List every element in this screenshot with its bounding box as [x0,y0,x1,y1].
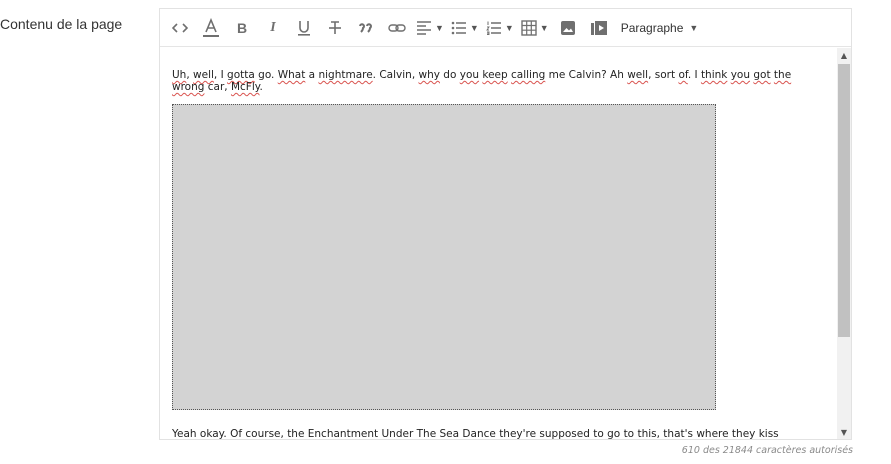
spellcheck-word: to [593,428,604,439]
text-run: . I [687,69,701,81]
numbered-list-dropdown[interactable]: ▼ [486,16,514,40]
blockquote-icon [359,22,373,34]
text-run: this, [634,428,664,439]
code-icon [172,22,188,34]
text-run: go [603,428,624,439]
editor-content[interactable]: Uh, well, I gotta go. What a nightmare. … [160,48,838,439]
strikethrough-icon [328,20,342,36]
link-button[interactable] [385,16,409,40]
spellcheck-word: the [287,428,305,439]
text-color-icon [202,17,220,38]
bold-button[interactable]: B [230,16,254,40]
underline-icon [297,19,311,37]
image-icon [560,20,576,36]
source-code-button[interactable] [168,16,192,40]
text-color-button[interactable] [199,16,223,40]
text-run: , sort [648,69,679,81]
spellcheck-word: McFly [230,81,260,93]
media-icon [590,20,608,36]
spellcheck-word: wrong [172,81,205,93]
spellcheck-word: supposed [539,428,590,439]
spellcheck-word: Sea [439,428,460,439]
table-icon [521,19,537,36]
paragraph-2[interactable]: Yeah okay. Of course, the Enchantment Un… [172,428,832,439]
heading-select-value: Paragraphe [620,20,684,35]
spellcheck-word: you [459,69,480,81]
spellcheck-word: they're [499,428,537,439]
spellcheck-word: they [731,428,756,439]
paragraph-1[interactable]: Uh, well, I gotta go. What a nightmare. … [172,69,822,93]
spellcheck-word: that's [663,428,693,439]
bold-icon: B [236,19,248,36]
spellcheck-word: What [277,69,306,81]
text-run: do [439,69,460,81]
text-run: car, [204,81,231,93]
caret-down-icon: ▼ [689,22,699,33]
text-run: go. [254,69,278,81]
editor-toolbar: B I ▼ ▼ ▼ ▼ Paragraphe ▼ [160,9,851,47]
spellcheck-word: keep [482,69,508,81]
spellcheck-word: you [730,69,751,81]
spellcheck-word: think [700,69,728,81]
text-run: a [305,69,319,81]
caret-down-icon: ▼ [539,22,549,33]
spellcheck-word: Of [230,428,243,439]
spellcheck-word: Under [381,428,414,439]
italic-icon: I [270,19,276,35]
text-run: me Calvin? Ah [545,69,628,81]
blockquote-button[interactable] [354,16,378,40]
editor-scrollbar[interactable]: ▲ ▼ [837,48,851,439]
rich-text-editor[interactable]: B I ▼ ▼ ▼ ▼ Paragraphe ▼ Uh, well, I got… [159,8,852,440]
scroll-up-icon[interactable]: ▲ [837,48,851,62]
caret-down-icon: ▼ [469,22,479,33]
spellcheck-word: okay [199,428,224,439]
spellcheck-word: well [627,69,649,81]
heading-select[interactable]: Paragraphe ▼ [618,16,699,40]
spellcheck-word: the [773,69,792,81]
strikethrough-button[interactable] [323,16,347,40]
text-run: , I [213,69,228,81]
spellcheck-word: Dance [462,428,496,439]
align-dropdown[interactable]: ▼ [416,16,444,40]
spellcheck-word: Yeah [172,428,197,439]
spellcheck-word: gotta [227,69,255,81]
italic-button[interactable]: I [261,16,285,40]
align-left-icon [416,20,432,35]
spellcheck-word: to [623,428,635,439]
insert-image-button[interactable] [556,16,580,40]
table-dropdown[interactable]: ▼ [521,16,549,40]
text-run: . [259,81,263,93]
scroll-down-icon[interactable]: ▼ [837,425,851,439]
spellcheck-word: where [696,428,729,439]
character-count: 610 des 21844 caractères autorisés [681,445,853,456]
spellcheck-word: nightmare [318,69,373,81]
spellcheck-word: well [193,69,214,81]
caret-down-icon: ▼ [435,22,444,33]
bulleted-list-icon [451,21,467,35]
scrollbar-thumb[interactable] [838,64,850,337]
spellcheck-word: kiss [758,428,779,439]
text-run: . Calvin, [372,69,419,81]
image-placeholder[interactable] [172,104,716,410]
underline-button[interactable] [292,16,316,40]
field-label: Contenu de la page [0,16,123,32]
spellcheck-word: The [416,428,437,439]
caret-down-icon: ▼ [504,22,514,33]
numbered-list-icon [486,21,502,35]
insert-media-button[interactable] [587,16,611,40]
link-icon [388,22,406,34]
spellcheck-word: Uh [172,69,187,81]
spellcheck-word: calling [511,69,546,81]
spellcheck-word: Enchantment [307,428,379,439]
spellcheck-word: of [678,69,688,81]
bulleted-list-dropdown[interactable]: ▼ [451,16,479,40]
spellcheck-word: why [418,69,440,81]
text-run: course, [242,428,288,439]
spellcheck-word: got [753,69,771,81]
